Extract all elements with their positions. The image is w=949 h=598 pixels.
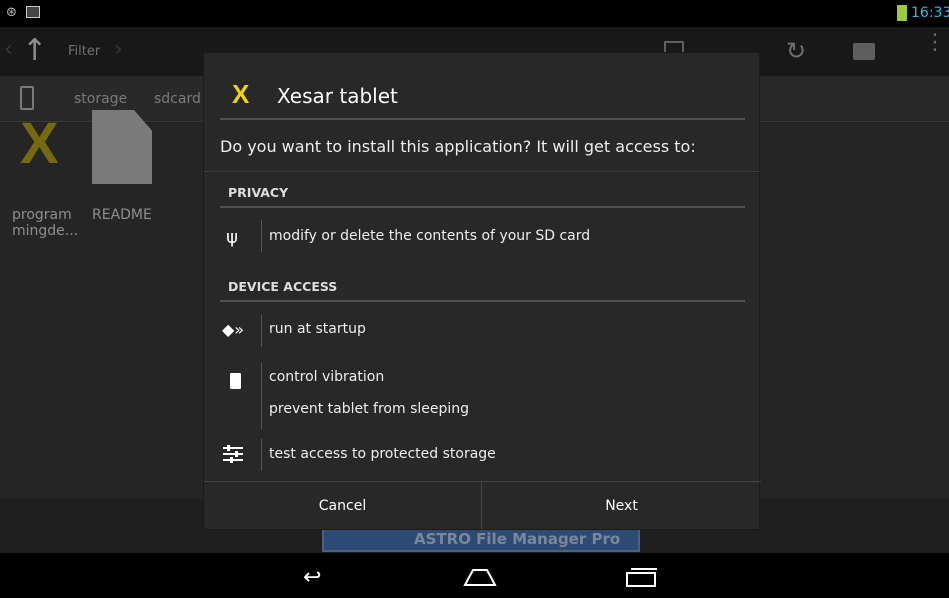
dialog-title: Xesar tablet [277, 84, 398, 108]
notification-icon: ⊛ [6, 5, 17, 20]
separator [261, 439, 262, 471]
permission-protected-storage: test access to protected storage [269, 446, 496, 462]
usb-icon: ψ [226, 227, 238, 248]
install-question: Do you want to install this application?… [220, 137, 696, 156]
device-icon[interactable] [20, 86, 34, 110]
up-arrow-button[interactable]: ↑ [22, 33, 47, 68]
section-divider [220, 300, 745, 302]
image-notification-icon [26, 6, 40, 18]
battery-icon [230, 373, 241, 389]
chevron-right-icon: › [114, 37, 123, 62]
dialog-buttons: Cancel Next [204, 481, 761, 531]
clock: 16:33 [911, 5, 949, 21]
status-bar: ⊛ 16:33 [0, 0, 949, 27]
breadcrumb-storage[interactable]: storage [74, 91, 127, 107]
back-icon[interactable]: ↩ [303, 565, 321, 590]
separator [261, 363, 262, 429]
overflow-menu-icon[interactable]: ⋮ [924, 32, 946, 54]
home-icon[interactable] [463, 567, 497, 587]
refresh-icon[interactable]: ↻ [786, 37, 806, 65]
section-privacy: PRIVACY [228, 185, 289, 200]
file-name: README [92, 207, 152, 223]
permission-sleep: prevent tablet from sleeping [269, 401, 470, 417]
next-button[interactable]: Next [482, 482, 761, 531]
app-icon: X [232, 79, 250, 109]
ad-text: ASTRO File Manager Pro [414, 530, 621, 548]
startup-icon: ◆» [222, 320, 245, 339]
permission-vibration: control vibration [269, 369, 385, 385]
cancel-button[interactable]: Cancel [204, 482, 481, 531]
dialog-header: X Xesar tablet [204, 53, 761, 120]
recents-icon[interactable] [625, 566, 659, 588]
file-name: program [12, 207, 72, 223]
chevron-left-icon: ‹ [4, 37, 13, 62]
divider [220, 118, 745, 120]
filter-label[interactable]: Filter [68, 44, 100, 59]
navigation-bar: ↩ [0, 553, 949, 598]
section-divider [220, 206, 745, 208]
battery-charging-icon [897, 5, 907, 21]
permission-startup: run at startup [269, 321, 366, 337]
permission-sd-card: modify or delete the contents of your SD… [269, 228, 591, 244]
file-item-readme[interactable]: README [92, 207, 152, 223]
divider [204, 171, 761, 172]
install-dialog: X Xesar tablet Do you want to install th… [203, 52, 761, 531]
file-name-cont: mingde... [12, 223, 79, 239]
breadcrumb-sdcard[interactable]: sdcard [154, 91, 201, 107]
separator [261, 220, 262, 252]
document-icon [92, 110, 152, 184]
separator [261, 315, 262, 347]
settings-sliders-icon [223, 445, 243, 463]
new-folder-icon[interactable] [853, 43, 875, 60]
xesar-x-icon: X [20, 111, 59, 176]
section-device-access: DEVICE ACCESS [228, 279, 338, 294]
file-item-program[interactable]: program mingde... [12, 207, 92, 239]
